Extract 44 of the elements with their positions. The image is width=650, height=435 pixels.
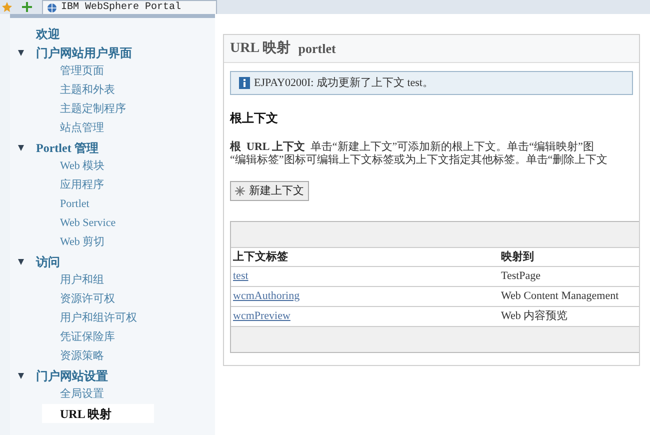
sidebar-item[interactable]: URL 映射 — [42, 404, 154, 423]
sidebar-heading[interactable]: 门户网站用户界面 — [36, 44, 132, 62]
sidebar-item[interactable]: Web Service — [60, 215, 116, 232]
sidebar-item[interactable]: 用户和组许可权 — [60, 310, 137, 327]
sidebar-item[interactable]: 应用程序 — [60, 177, 104, 194]
sidebar-item[interactable]: Portlet — [60, 196, 90, 213]
sidebar-item[interactable]: 凭证保险库 — [60, 329, 115, 346]
sidebar-item[interactable]: 管理页面 — [60, 63, 104, 80]
sidebar-item[interactable]: 资源策略 — [60, 348, 104, 365]
info-message: EJPAY0200I: 成功更新了上下文 test。 — [230, 71, 633, 95]
triangle-icon[interactable] — [18, 258, 24, 264]
context-link[interactable]: wcmAuthoring — [231, 288, 499, 305]
sidebar-item[interactable]: Web 剪切 — [60, 234, 105, 251]
sidebar-item[interactable]: 站点管理 — [60, 120, 104, 137]
portlet-subtitle: portlet — [298, 40, 336, 58]
context-link[interactable]: test — [231, 268, 499, 285]
column-header: 映射到 — [500, 250, 534, 265]
sidebar-item[interactable]: 欢迎 — [36, 24, 60, 42]
star-icon[interactable] — [2, 2, 12, 12]
description-text: 根 URL 上下文 单击“新建上下文”可添加新的根上下文。单击“编辑映射”图 “编辑标签”图标可编辑上下文标签或为上下文指定其他标签。单击“删除上下文 — [230, 141, 609, 167]
new-context-button[interactable]: 新建上下文 — [230, 181, 309, 201]
sparkle-icon — [235, 186, 245, 196]
sidebar-item[interactable]: Web 模块 — [60, 158, 105, 175]
triangle-icon[interactable] — [18, 144, 24, 150]
plus-icon[interactable] — [22, 2, 32, 12]
column-header: 上下文标签 — [232, 250, 289, 265]
table-cell-text: TestPage — [500, 269, 541, 284]
sidebar-item[interactable]: 资源许可权 — [60, 291, 115, 308]
context-link[interactable]: wcmPreview — [231, 308, 499, 325]
sidebar-heading[interactable]: 访问 — [36, 252, 60, 270]
triangle-icon[interactable] — [18, 372, 24, 378]
portlet-title: URL 映射 — [230, 39, 290, 58]
sidebar-heading[interactable]: 门户网站设置 — [36, 366, 108, 384]
table-cell-text: Web 内容预览 — [500, 308, 568, 324]
triangle-icon[interactable] — [18, 50, 24, 56]
sidebar-heading[interactable]: Portlet 管理 — [36, 138, 98, 156]
sidebar-item[interactable]: 全局设置 — [60, 386, 104, 403]
browser-tab[interactable]: IBM WebSphere Portal — [42, 0, 217, 14]
section-title: 根上下文 — [230, 110, 279, 127]
info-icon — [239, 77, 250, 89]
sidebar-item[interactable]: 主题和外表 — [60, 82, 115, 99]
sidebar-item[interactable]: 用户和组 — [60, 272, 104, 289]
sidebar-item[interactable]: 主题定制程序 — [60, 101, 126, 118]
table-cell-text: Web Content Management — [500, 289, 619, 304]
